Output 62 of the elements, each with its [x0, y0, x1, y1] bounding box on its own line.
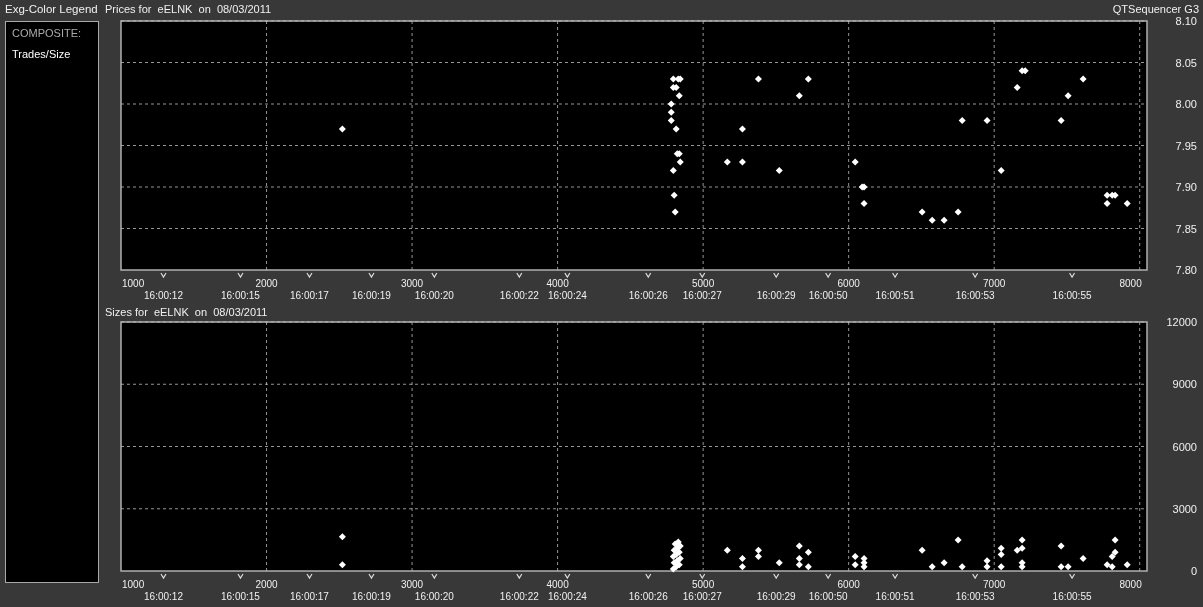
time-label: 16:00:27: [682, 591, 722, 602]
time-label: 16:00:55: [1052, 290, 1092, 301]
time-label: 16:00:53: [955, 591, 995, 602]
y-tick-label: 8.05: [1175, 56, 1197, 69]
time-label: 16:00:26: [628, 591, 668, 602]
x-tick-label: 6000: [837, 278, 860, 289]
x-tick-label: 3000: [400, 278, 424, 289]
time-label: 16:00:27: [682, 290, 722, 301]
app-name: QTSequencer G3: [1112, 3, 1199, 15]
legend-title: Exg-Color Legend: [5, 3, 99, 17]
time-label: 16:00:15: [221, 591, 260, 602]
y-tick-label: 7.90: [1175, 181, 1197, 193]
y-tick-label: 3000: [1172, 502, 1197, 515]
x-tick-label: 4000: [546, 278, 569, 289]
time-label: 16:00:17: [290, 290, 329, 301]
chart-title: Sizes for eELNK on 08/03/2011: [105, 306, 268, 316]
x-tick-label: 5000: [692, 579, 715, 590]
y-tick-label: 9000: [1172, 378, 1197, 391]
y-tick-label: 7.85: [1175, 222, 1197, 235]
x-tick-label: 5000: [692, 278, 715, 289]
time-label: 16:00:24: [547, 290, 587, 301]
x-tick-label: 3000: [400, 579, 424, 590]
time-label: 16:00:19: [352, 591, 391, 602]
chart-title: Prices for eELNK on 08/03/2011: [105, 3, 272, 15]
time-label: 16:00:51: [875, 591, 915, 602]
time-label: 16:00:22: [499, 591, 539, 602]
time-label: 16:00:22: [499, 290, 539, 301]
time-label: 16:00:20: [414, 591, 454, 602]
legend-heading: COMPOSITE:: [12, 27, 83, 39]
x-tick-label: 7000: [983, 579, 1006, 590]
x-tick-label: 1000: [122, 278, 145, 289]
time-label: 16:00:29: [756, 591, 796, 602]
y-tick-label: 0: [1190, 565, 1197, 577]
time-label: 16:00:24: [547, 591, 587, 602]
time-label: 16:00:55: [1052, 591, 1092, 602]
time-label: 16:00:50: [808, 591, 848, 602]
time-label: 16:00:12: [144, 290, 183, 301]
y-tick-label: 8.00: [1175, 98, 1197, 110]
time-label: 16:00:26: [628, 290, 668, 301]
time-label: 16:00:20: [414, 290, 454, 301]
x-tick-label: 2000: [255, 278, 278, 289]
time-label: 16:00:15: [221, 290, 260, 301]
time-label: 16:00:50: [808, 290, 848, 301]
x-tick-label: 4000: [546, 579, 569, 590]
x-tick-label: 8000: [1119, 278, 1142, 289]
x-tick-label: 7000: [983, 278, 1006, 289]
legend-entry: Trades/Size: [12, 48, 72, 60]
x-tick-label: 8000: [1119, 579, 1142, 590]
x-tick-label: 2000: [255, 579, 278, 590]
time-label: 16:00:17: [290, 591, 329, 602]
y-tick-label: 12000: [1166, 316, 1197, 328]
y-tick-label: 8.10: [1175, 15, 1197, 27]
time-label: 16:00:12: [144, 591, 183, 602]
time-label: 16:00:53: [955, 290, 995, 301]
x-tick-label: 6000: [837, 579, 860, 590]
y-tick-label: 6000: [1172, 440, 1197, 453]
y-tick-label: 7.95: [1175, 139, 1197, 152]
y-tick-label: 7.80: [1175, 264, 1197, 276]
time-label: 16:00:19: [352, 290, 391, 301]
time-label: 16:00:29: [756, 290, 796, 301]
x-tick-label: 1000: [122, 579, 145, 590]
time-label: 16:00:51: [875, 290, 915, 301]
